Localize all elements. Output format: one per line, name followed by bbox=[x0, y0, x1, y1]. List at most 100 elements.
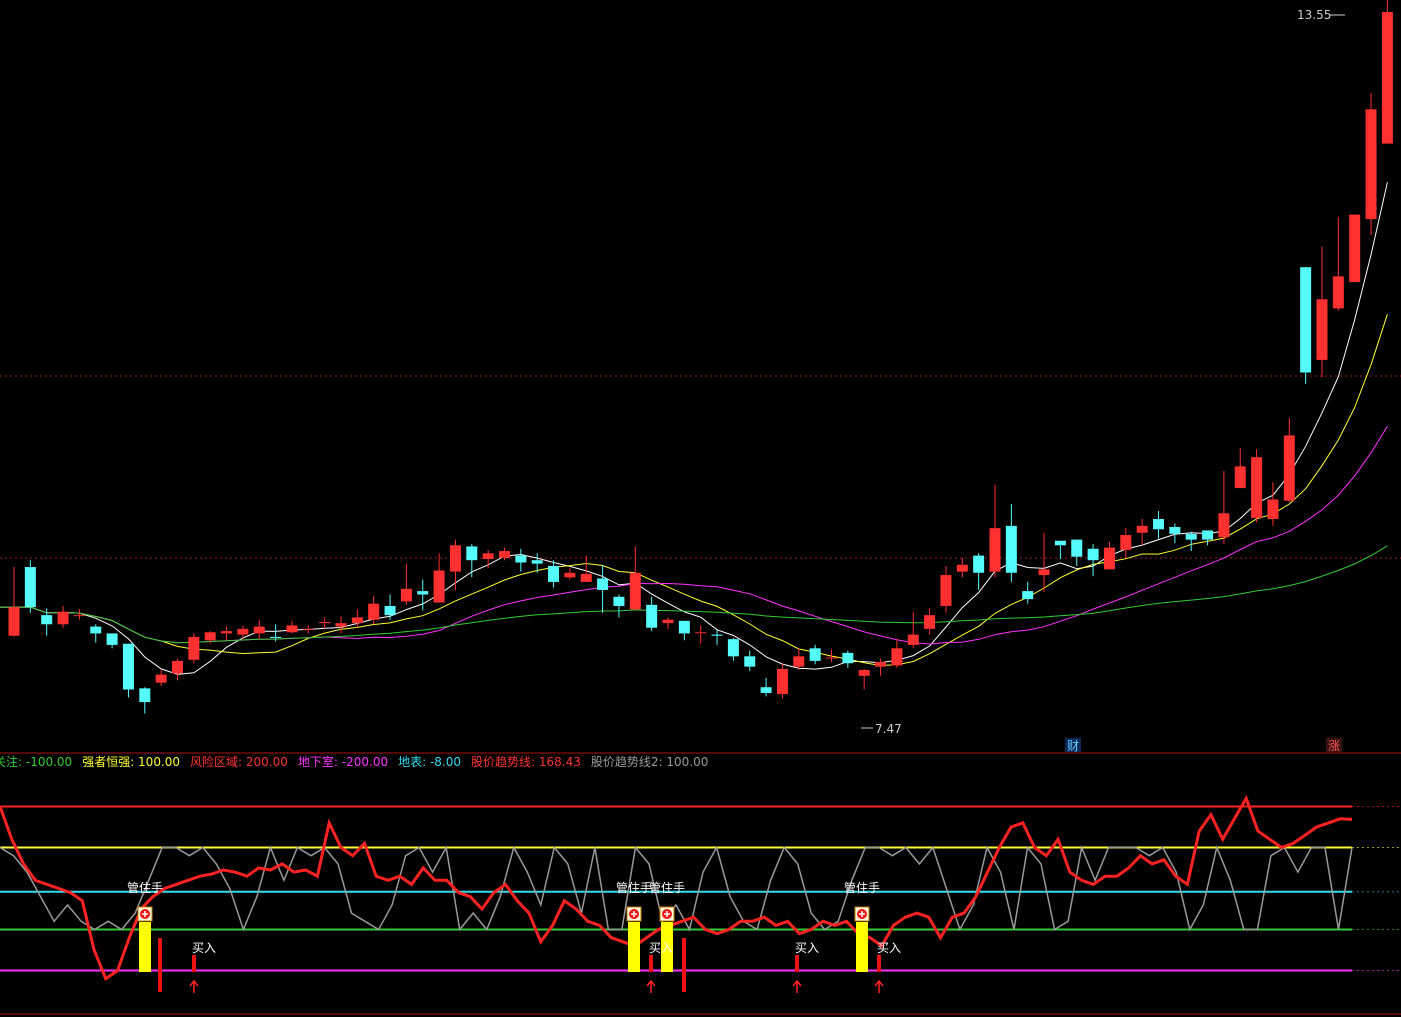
candle-body bbox=[24, 567, 36, 608]
candle-body bbox=[613, 596, 625, 606]
moving-average-lines bbox=[0, 182, 1388, 675]
marker-rise: 涨 bbox=[1328, 738, 1340, 753]
buy-bar bbox=[192, 955, 196, 972]
signal-label: 管住手 bbox=[649, 880, 685, 895]
candle-body bbox=[237, 628, 249, 635]
candle-body bbox=[1349, 214, 1361, 283]
candle bbox=[302, 625, 314, 634]
high-price-label: 13.55 bbox=[1297, 8, 1331, 22]
candle-body bbox=[940, 575, 952, 606]
candle-body bbox=[1381, 12, 1393, 144]
up-arrow-icon bbox=[792, 979, 802, 993]
candle bbox=[875, 658, 887, 676]
candle bbox=[1202, 530, 1214, 546]
candle-body bbox=[1234, 466, 1246, 489]
candle-body bbox=[564, 572, 576, 578]
candle bbox=[662, 617, 674, 629]
candle-body bbox=[744, 656, 756, 667]
candle-body bbox=[8, 607, 20, 636]
candle bbox=[858, 668, 870, 690]
candlestick-panel: 13.55 7.47 财 涨 bbox=[0, 0, 1401, 753]
candle-body bbox=[858, 670, 870, 676]
candle bbox=[1103, 541, 1115, 570]
candle bbox=[1332, 216, 1344, 311]
buy-label: 买入 bbox=[795, 941, 819, 955]
candle-body bbox=[155, 674, 167, 683]
candle-body bbox=[106, 633, 118, 645]
legend-item: 地表: -8.00 bbox=[398, 755, 461, 769]
candle bbox=[597, 564, 609, 613]
candle bbox=[417, 579, 429, 611]
candle bbox=[253, 619, 265, 640]
dip-bar bbox=[158, 938, 162, 992]
candle-body bbox=[286, 625, 298, 633]
candle-body bbox=[204, 632, 216, 641]
candle bbox=[744, 650, 756, 672]
candle-body bbox=[548, 565, 560, 582]
candle-body bbox=[531, 560, 543, 564]
candle-body bbox=[1332, 276, 1344, 309]
stock-chart: 13.55 7.47 财 涨 关注: -100.00 强者恒强: 100.00 风险… bbox=[0, 0, 1401, 1015]
candle bbox=[221, 626, 233, 641]
candle bbox=[646, 596, 658, 632]
legend-item: 风险区域: 200.00 bbox=[190, 754, 288, 769]
up-arrow-icon bbox=[874, 979, 884, 993]
candle-body bbox=[1087, 548, 1099, 561]
candle bbox=[776, 663, 788, 699]
candle-body bbox=[727, 639, 739, 657]
up-arrow-icon bbox=[646, 979, 656, 993]
candle-body bbox=[335, 623, 347, 627]
legend-item: 强者恒强: 100.00 bbox=[82, 755, 180, 769]
candle bbox=[351, 609, 363, 628]
candle-body bbox=[597, 578, 609, 590]
candle-body bbox=[466, 546, 478, 561]
candle-body bbox=[973, 555, 985, 573]
signal-bar bbox=[856, 922, 868, 972]
candle bbox=[907, 611, 919, 649]
buy-label: 买入 bbox=[877, 941, 901, 955]
candle bbox=[1218, 470, 1230, 545]
candle-body bbox=[449, 545, 461, 572]
candle-body bbox=[646, 604, 658, 628]
candle-body bbox=[695, 632, 707, 634]
candle-body bbox=[1005, 525, 1017, 573]
candle bbox=[1153, 510, 1164, 539]
candle bbox=[286, 620, 298, 634]
candle bbox=[515, 548, 527, 572]
candle-body bbox=[662, 619, 674, 624]
candle-body bbox=[73, 615, 85, 617]
buy-bar bbox=[877, 955, 881, 972]
candle bbox=[139, 687, 151, 714]
candle-body bbox=[122, 643, 134, 690]
signal-label: 管住手 bbox=[616, 880, 652, 895]
legend-item: 关注: -100.00 bbox=[0, 754, 72, 769]
candle bbox=[90, 624, 102, 643]
candle bbox=[924, 608, 936, 635]
candle bbox=[1038, 532, 1050, 593]
candle bbox=[433, 553, 445, 603]
candle-body bbox=[826, 657, 837, 659]
up-arrow-icon bbox=[189, 979, 199, 993]
legend-item: 股价趋势线2: 100.00 bbox=[591, 755, 708, 769]
candle-body bbox=[1136, 525, 1148, 533]
candle-body bbox=[221, 631, 233, 634]
candle bbox=[449, 539, 461, 590]
candle bbox=[564, 568, 576, 580]
candle-body bbox=[319, 621, 331, 624]
candle-body bbox=[1022, 591, 1034, 600]
candle-body bbox=[1300, 267, 1312, 373]
candle-body bbox=[90, 626, 102, 634]
candle bbox=[1022, 581, 1034, 604]
candle bbox=[1087, 544, 1099, 577]
candle bbox=[172, 658, 183, 681]
candle bbox=[989, 484, 1001, 578]
candle bbox=[695, 625, 707, 644]
candle-body bbox=[1218, 513, 1230, 538]
candle-body bbox=[1202, 530, 1214, 540]
candle bbox=[1054, 540, 1066, 560]
buy-label: 买入 bbox=[649, 941, 673, 955]
candle-body bbox=[1038, 569, 1050, 576]
dip-bar bbox=[682, 938, 686, 992]
candle-body bbox=[351, 617, 363, 624]
candle bbox=[1267, 482, 1279, 526]
